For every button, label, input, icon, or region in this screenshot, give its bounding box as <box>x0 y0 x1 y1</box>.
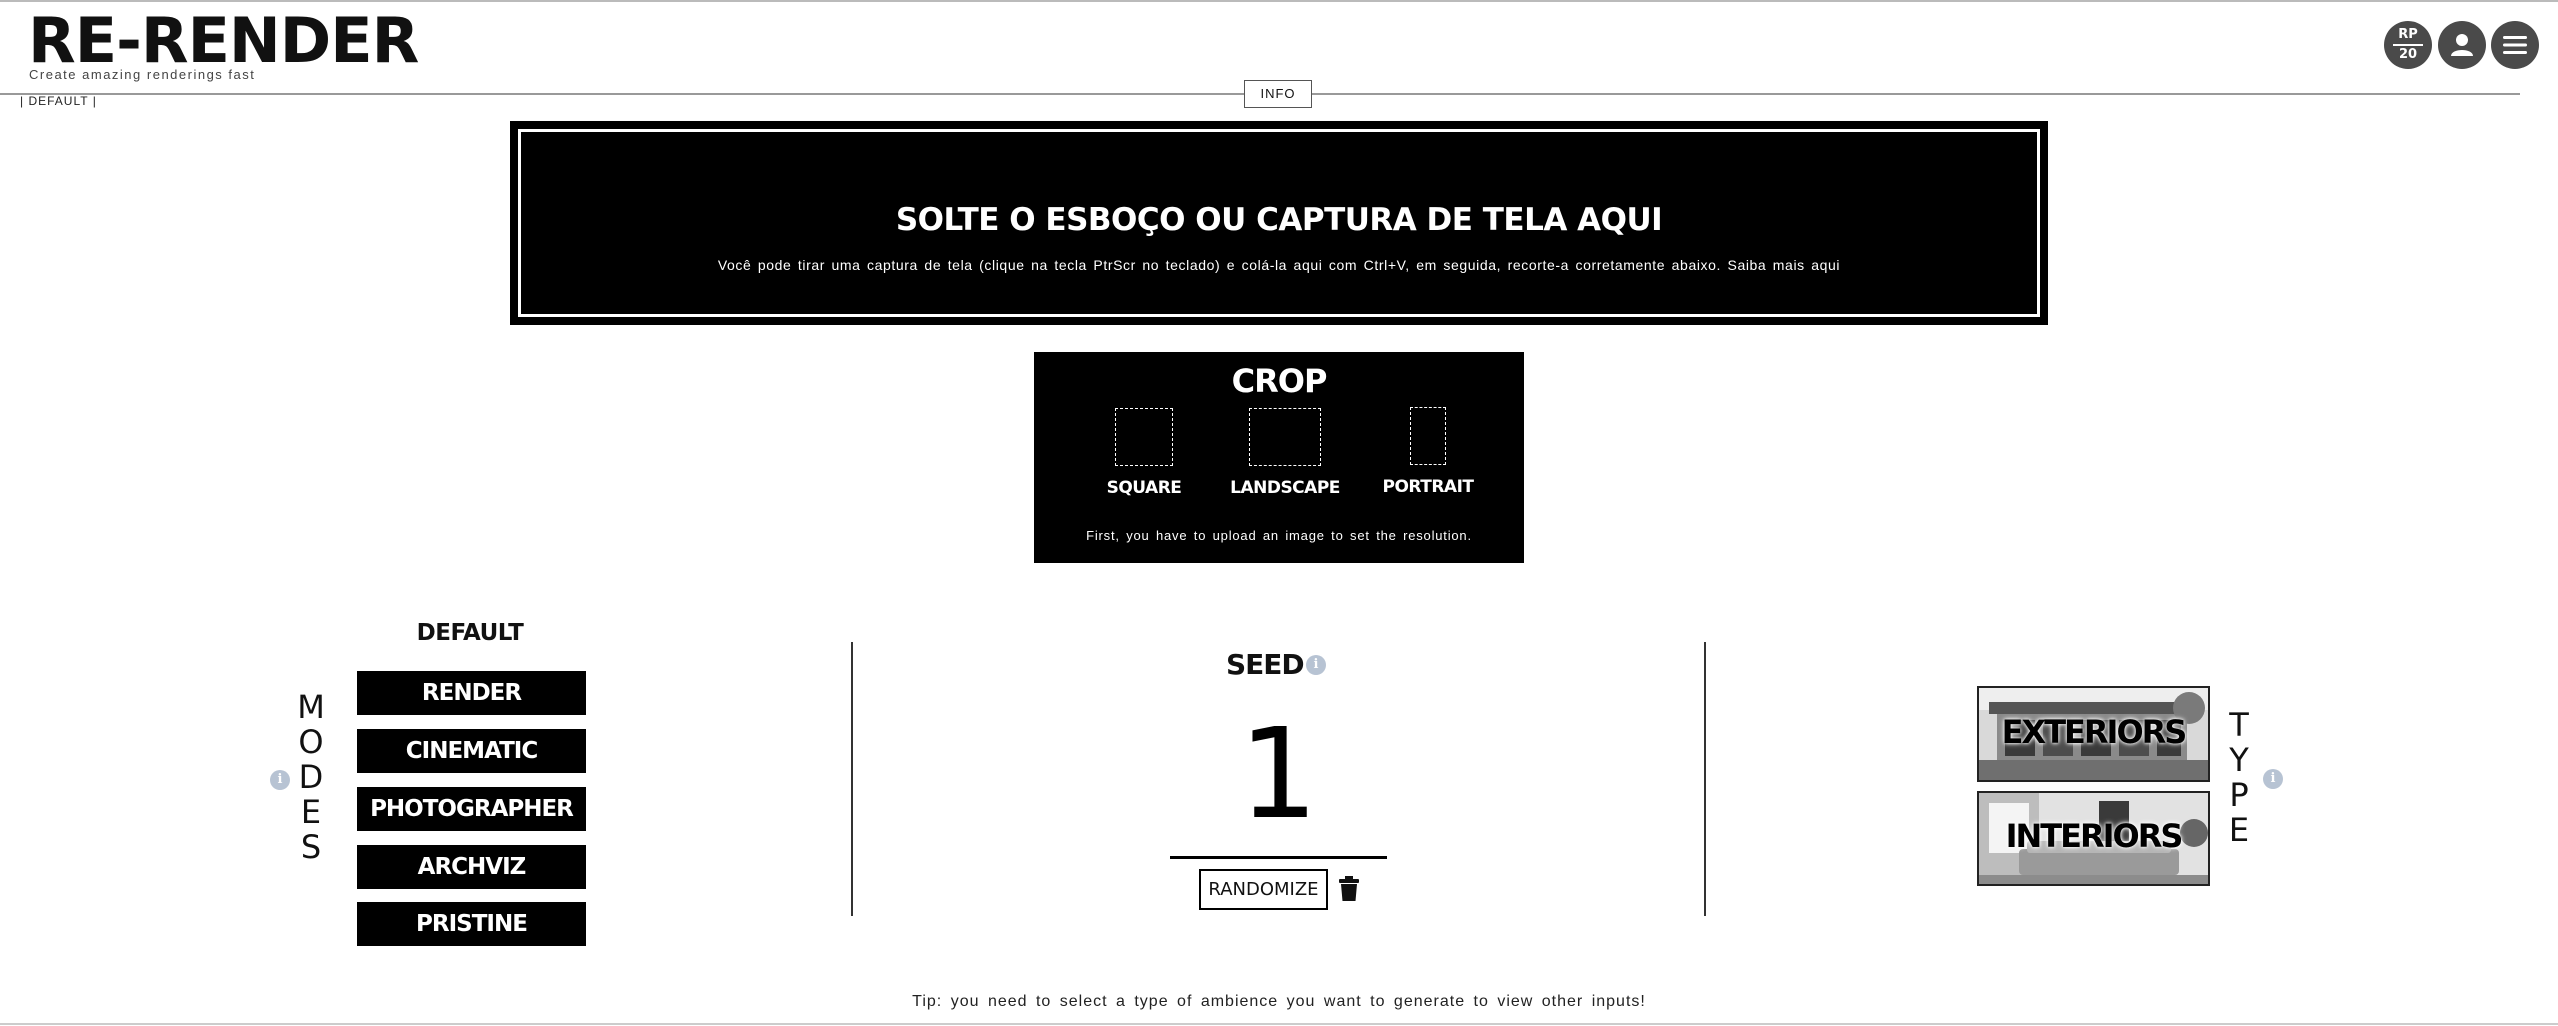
square-frame-icon <box>1115 408 1173 466</box>
crop-landscape-option[interactable]: LANDSCAPE <box>1220 406 1350 498</box>
tip-text: Tip: you need to select a type of ambien… <box>912 993 1646 1010</box>
credits-label: RP <box>2398 27 2418 42</box>
crop-square-label: SQUARE <box>1106 478 1182 498</box>
hamburger-menu-icon <box>2503 36 2527 54</box>
type-interiors-label: INTERIORS <box>2005 817 2184 855</box>
user-icon <box>2451 34 2473 56</box>
type-exteriors-label: EXTERIORS <box>2001 713 2188 751</box>
info-button[interactable]: INFO <box>1244 80 1312 108</box>
type-letter: Y <box>2229 741 2249 779</box>
crop-portrait-label: PORTRAIT <box>1382 477 1474 497</box>
seed-value[interactable]: 1 <box>1170 700 1387 850</box>
drop-zone-title: SOLTE O ESBOÇO OU CAPTURA DE TELA AQUI <box>895 202 1663 238</box>
credits-badge[interactable]: RP 20 <box>2384 21 2432 69</box>
main-menu-button[interactable] <box>2491 21 2539 69</box>
drop-zone-frame: SOLTE O ESBOÇO OU CAPTURA DE TELA AQUI V… <box>518 129 2040 317</box>
type-letter: E <box>2228 811 2250 849</box>
type-letter: P <box>2229 776 2249 814</box>
image-drop-zone[interactable]: SOLTE O ESBOÇO OU CAPTURA DE TELA AQUI V… <box>510 121 2048 325</box>
crop-portrait-option[interactable]: PORTRAIT <box>1368 406 1488 497</box>
mode-pristine-button[interactable]: PRISTINE <box>357 902 586 946</box>
crop-landscape-label: LANDSCAPE <box>1230 478 1340 498</box>
crop-note: First, you have to upload an image to se… <box>1086 528 1472 543</box>
app-logo[interactable]: RE-RENDER <box>28 8 419 74</box>
modes-letter: E <box>300 793 322 831</box>
mode-photographer-button[interactable]: PHOTOGRAPHER <box>357 787 586 831</box>
crop-panel: CROP SQUARE LANDSCAPE PORTRAIT First, yo… <box>1034 352 1524 563</box>
type-vertical-label: T Y P E <box>2224 708 2254 848</box>
modes-default-title: DEFAULT <box>416 620 524 646</box>
portrait-frame-icon <box>1410 407 1446 465</box>
crop-square-option[interactable]: SQUARE <box>1084 406 1204 498</box>
crop-title: CROP <box>1231 362 1328 400</box>
mode-render-button[interactable]: RENDER <box>357 671 586 715</box>
modes-info-icon[interactable]: i <box>270 770 290 790</box>
trash-icon[interactable] <box>1338 876 1360 902</box>
top-border <box>0 0 2558 2</box>
type-exteriors-card[interactable]: EXTERIORS <box>1977 686 2210 782</box>
type-letter: T <box>2229 706 2249 744</box>
seed-info-icon[interactable]: i <box>1306 655 1326 675</box>
credits-count: 20 <box>2398 47 2418 62</box>
app-tagline: Create amazing renderings fast <box>29 67 256 82</box>
drop-zone-instructions: Você pode tirar uma captura de tela (cli… <box>717 257 1841 273</box>
modes-letter: D <box>298 758 324 796</box>
modes-letter: M <box>297 688 325 726</box>
modes-letter: O <box>298 723 324 761</box>
bottom-border <box>0 1023 2558 1025</box>
section-divider-right <box>1704 642 1706 916</box>
modes-letter: S <box>300 828 322 866</box>
mode-archviz-button[interactable]: ARCHVIZ <box>357 845 586 889</box>
type-info-icon[interactable]: i <box>2263 769 2283 789</box>
landscape-frame-icon <box>1249 408 1321 466</box>
current-mode-tag: | DEFAULT | <box>20 94 97 108</box>
type-interiors-card[interactable]: INTERIORS <box>1977 791 2210 886</box>
section-divider-left <box>851 642 853 916</box>
randomize-seed-button[interactable]: RANDOMIZE <box>1199 869 1328 910</box>
seed-underline <box>1170 856 1387 859</box>
user-account-button[interactable] <box>2438 21 2486 69</box>
credits-divider <box>2393 44 2423 46</box>
mode-cinematic-button[interactable]: CINEMATIC <box>357 729 586 773</box>
modes-vertical-label: M O D E S <box>296 690 326 865</box>
seed-title: SEED <box>1226 648 1305 681</box>
